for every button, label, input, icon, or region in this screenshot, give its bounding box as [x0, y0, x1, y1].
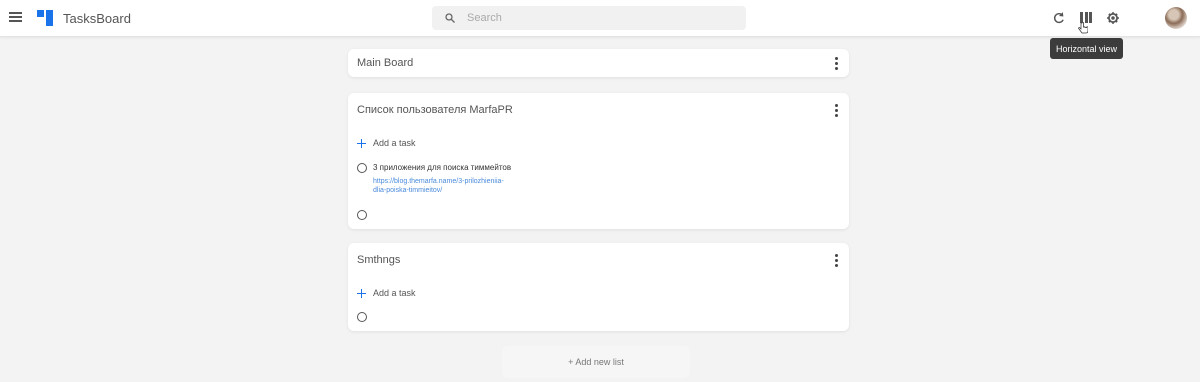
top-app-bar: TasksBoard [0, 0, 1200, 37]
list-title: Список пользователя MarfaPR [357, 104, 513, 116]
add-task-label: Add a task [373, 288, 416, 298]
empty-task-radio[interactable] [357, 312, 367, 322]
tasksboard-logo [37, 10, 55, 27]
add-task-label: Add a task [373, 138, 416, 148]
list-title: Smthngs [357, 254, 401, 266]
hand-cursor-icon [1078, 22, 1088, 34]
more-options-icon[interactable] [834, 57, 838, 70]
add-task-button[interactable]: Add a task [357, 286, 416, 300]
task-title[interactable]: 3 приложения для поиска тиммейтов [373, 163, 511, 172]
refresh-icon[interactable] [1052, 11, 1066, 25]
add-task-button[interactable]: Add a task [357, 136, 416, 150]
task-list-card: Smthngs Add a task [348, 243, 849, 331]
more-options-icon[interactable] [834, 254, 838, 267]
more-options-icon[interactable] [834, 104, 838, 117]
task-link[interactable]: https://blog.themarfa.name/3-prilozhieni… [373, 177, 513, 195]
search-input[interactable] [467, 9, 727, 27]
main-board-card[interactable]: Main Board [348, 49, 849, 77]
menu-icon[interactable] [9, 12, 22, 24]
horizontal-view-tooltip: Horizontal view [1050, 38, 1123, 59]
task-list-card: Список пользователя MarfaPR Add a task 3… [348, 93, 849, 229]
app-title: TasksBoard [63, 11, 131, 26]
empty-task-radio[interactable] [357, 210, 367, 220]
plus-icon [357, 138, 366, 148]
board-title: Main Board [357, 57, 414, 69]
user-avatar[interactable] [1165, 7, 1187, 29]
search-box[interactable] [432, 6, 746, 30]
add-new-list-button[interactable]: + Add new list [502, 346, 690, 378]
plus-icon [357, 288, 366, 298]
settings-gear-icon[interactable] [1106, 11, 1120, 25]
task-complete-radio[interactable] [357, 163, 367, 173]
search-icon [445, 13, 455, 23]
